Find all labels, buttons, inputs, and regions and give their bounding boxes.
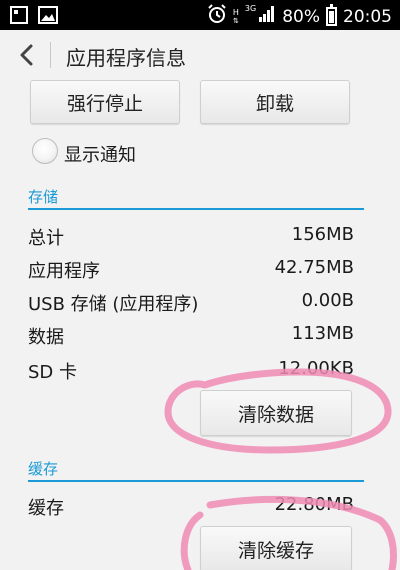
cache-divider [28, 480, 364, 482]
clock: 20:05 [343, 6, 392, 27]
storage-divider [28, 208, 364, 210]
uninstall-button[interactable]: 卸载 [200, 80, 350, 124]
storage-row-label: 总计 [28, 228, 64, 249]
network-type: 3G [244, 4, 257, 13]
cache-heading: 缓存 [28, 460, 59, 478]
picture-icon [38, 6, 58, 28]
show-notifications-label: 显示通知 [64, 145, 136, 166]
alarm-icon [207, 4, 227, 29]
battery-icon [326, 4, 337, 26]
clear-cache-button[interactable]: 清除缓存 [200, 526, 352, 570]
app-header: 应用程序信息 [0, 30, 400, 80]
cache-row-value: 22.80MB [274, 494, 354, 515]
storage-row-value: 113MB [291, 323, 354, 344]
battery-percent: 80% [282, 6, 320, 27]
chevron-left-icon [20, 44, 33, 66]
h-indicator: H [232, 7, 239, 17]
show-notifications-checkbox[interactable] [32, 138, 58, 164]
storage-row-label: 应用程序 [28, 261, 100, 282]
signal-icon [258, 5, 276, 28]
storage-row-value: 156MB [291, 224, 354, 245]
cache-row-label: 缓存 [28, 498, 64, 519]
back-button[interactable] [10, 38, 44, 72]
header-divider [50, 42, 51, 68]
storage-heading: 存储 [28, 188, 59, 206]
storage-row-value: 0.00B [301, 290, 354, 311]
storage-row-label: SD 卡 [28, 362, 78, 383]
page-title: 应用程序信息 [66, 46, 186, 70]
storage-row-label: 数据 [28, 327, 64, 348]
clear-data-button[interactable]: 清除数据 [200, 390, 352, 436]
status-bar: H ⇅ 3G 80% 20:05 [0, 0, 400, 30]
storage-row-value: 12.00KB [278, 358, 354, 379]
screenshot-icon [10, 6, 28, 28]
force-stop-button[interactable]: 强行停止 [30, 80, 180, 124]
storage-row-label: USB 存储 (应用程序) [28, 294, 199, 315]
storage-row-value: 42.75MB [274, 257, 354, 278]
